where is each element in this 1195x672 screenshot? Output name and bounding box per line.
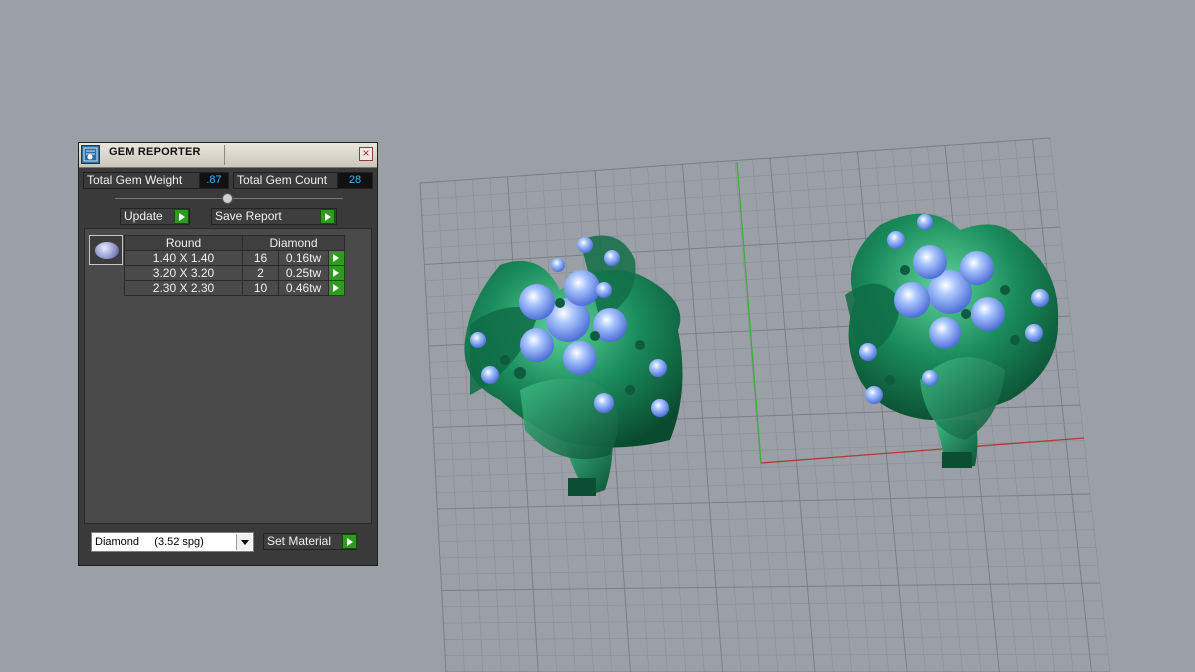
table-row[interactable]: 2.30 X 2.30 10 0.46tw (124, 280, 345, 296)
save-report-button-label: Save Report (215, 209, 282, 223)
row-weight: 0.25tw (278, 265, 329, 281)
title-bar[interactable]: GEM REPORTER × (79, 143, 377, 168)
round-gem-icon (95, 242, 119, 259)
set-material-go-icon[interactable] (342, 534, 357, 549)
row-count: 16 (242, 250, 279, 266)
round-gem-thumbnail[interactable] (89, 235, 123, 265)
row-size: 2.30 X 2.30 (124, 280, 243, 296)
header-shape: Round (124, 235, 243, 251)
earring-model-left[interactable] (464, 235, 683, 497)
material-select-value: Diamond (3.52 spg) (95, 536, 204, 548)
table-row[interactable]: 1.40 X 1.40 16 0.16tw (124, 250, 345, 266)
update-go-icon[interactable] (174, 209, 189, 224)
close-icon: × (362, 146, 370, 160)
material-select[interactable]: Diamond (3.52 spg) (91, 532, 254, 552)
x-axis-line (760, 437, 1085, 464)
close-button[interactable]: × (359, 147, 373, 161)
row-select-go-icon[interactable] (328, 280, 345, 296)
grid-line (436, 475, 1089, 494)
grid-line (419, 137, 1051, 184)
row-select-go-icon[interactable] (328, 265, 345, 281)
title-separator (224, 145, 225, 165)
row-weight: 0.46tw (278, 280, 329, 296)
grid-line (439, 529, 1095, 542)
row-size: 3.20 X 3.20 (124, 265, 243, 281)
earring-model-right[interactable] (845, 213, 1059, 468)
gem-table: Round Diamond 1.40 X 1.40 16 0.16tw 3.20… (124, 235, 345, 296)
row-size: 1.40 X 1.40 (124, 250, 243, 266)
chevron-down-icon[interactable] (236, 534, 252, 550)
splitter-handle[interactable] (222, 193, 233, 204)
grid-line (438, 511, 1093, 526)
total-gem-count-value: 28 (337, 172, 373, 189)
save-report-go-icon[interactable] (320, 209, 335, 224)
table-header-row: Round Diamond (124, 235, 345, 251)
y-axis-line (736, 161, 762, 464)
gem-list-area: Round Diamond 1.40 X 1.40 16 0.16tw 3.20… (84, 228, 372, 524)
table-row[interactable]: 3.20 X 3.20 2 0.25tw (124, 265, 345, 281)
save-report-button[interactable]: Save Report (211, 208, 337, 225)
row-select-go-icon[interactable] (328, 250, 345, 266)
grid-line (437, 493, 1091, 510)
total-gem-weight-value: .87 (199, 172, 229, 189)
gem-reporter-icon (81, 145, 100, 164)
gem-reporter-panel: GEM REPORTER × Total Gem Weight .87 Tota… (78, 142, 378, 566)
update-button-label: Update (124, 209, 163, 223)
row-count: 10 (242, 280, 279, 296)
row-count: 2 (242, 265, 279, 281)
row-weight: 0.16tw (278, 250, 329, 266)
panel-title: GEM REPORTER (109, 146, 201, 158)
set-material-button-label: Set Material (267, 534, 332, 548)
header-material: Diamond (242, 235, 345, 251)
